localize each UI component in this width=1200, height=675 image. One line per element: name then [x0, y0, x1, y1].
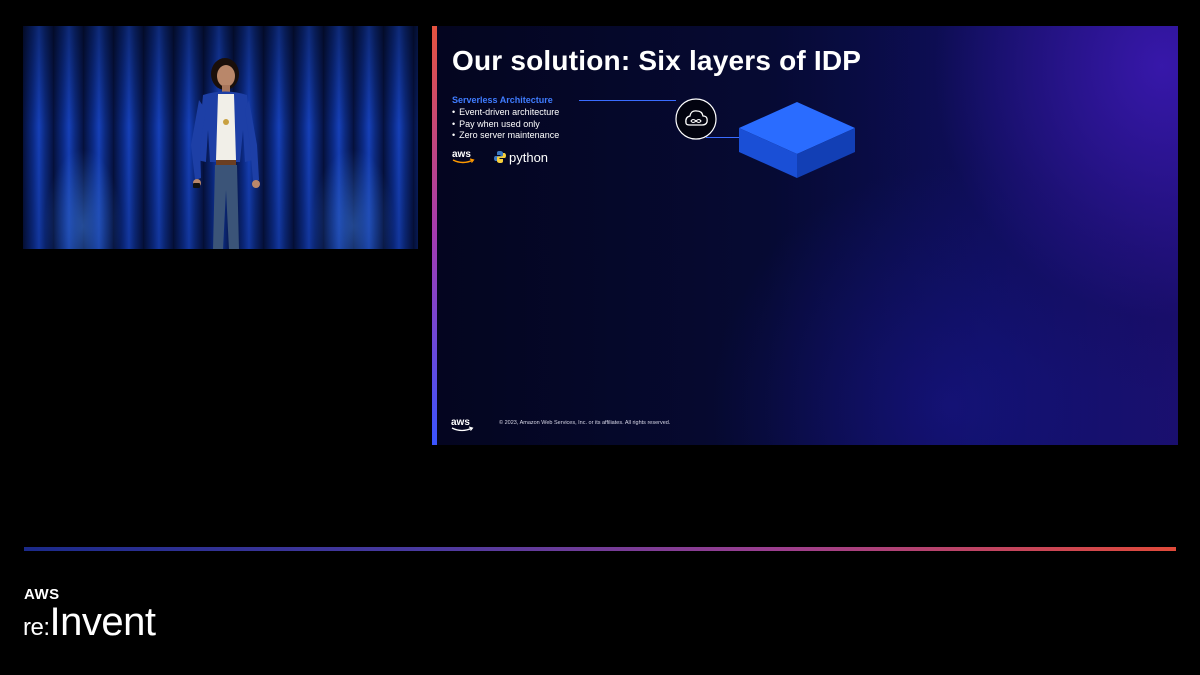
icon-connector-line	[706, 137, 740, 138]
list-item: Pay when used only	[452, 119, 559, 131]
python-logo: python	[493, 148, 548, 166]
reinvent-logo: AWS re:Invent	[23, 586, 224, 644]
presentation-slide: Our solution: Six layers of IDP Serverle…	[432, 26, 1178, 445]
section-heading: Serverless Architecture	[452, 95, 553, 105]
aws-footer-logo-text: aws	[451, 417, 470, 428]
list-item: Zero server maintenance	[452, 130, 559, 142]
aws-logo-text: aws	[452, 149, 471, 160]
layer-block-icon	[739, 102, 855, 178]
brand-reinvent-text: re:Invent	[23, 600, 156, 645]
speaker-figure	[191, 58, 260, 249]
brand-re-text: re:	[23, 614, 50, 641]
brand-divider	[24, 547, 1176, 551]
slide-title: Our solution: Six layers of IDP	[452, 45, 862, 76]
brand-invent-text: Invent	[49, 600, 156, 644]
python-icon	[494, 151, 506, 163]
cloud-infinity-icon	[675, 98, 717, 140]
list-item: Event-driven architecture	[452, 107, 559, 119]
bullet-list: Event-driven architecture Pay when used …	[452, 107, 559, 142]
slide-accent-bar	[432, 26, 437, 445]
aws-footer-logo-icon: aws	[451, 417, 474, 432]
python-logo-text: python	[509, 149, 549, 165]
section-connector-line	[579, 100, 676, 101]
aws-logo-icon: aws	[452, 149, 475, 164]
copyright-text: © 2023, Amazon Web Services, Inc. or its…	[499, 420, 671, 426]
speaker-video	[23, 26, 418, 249]
